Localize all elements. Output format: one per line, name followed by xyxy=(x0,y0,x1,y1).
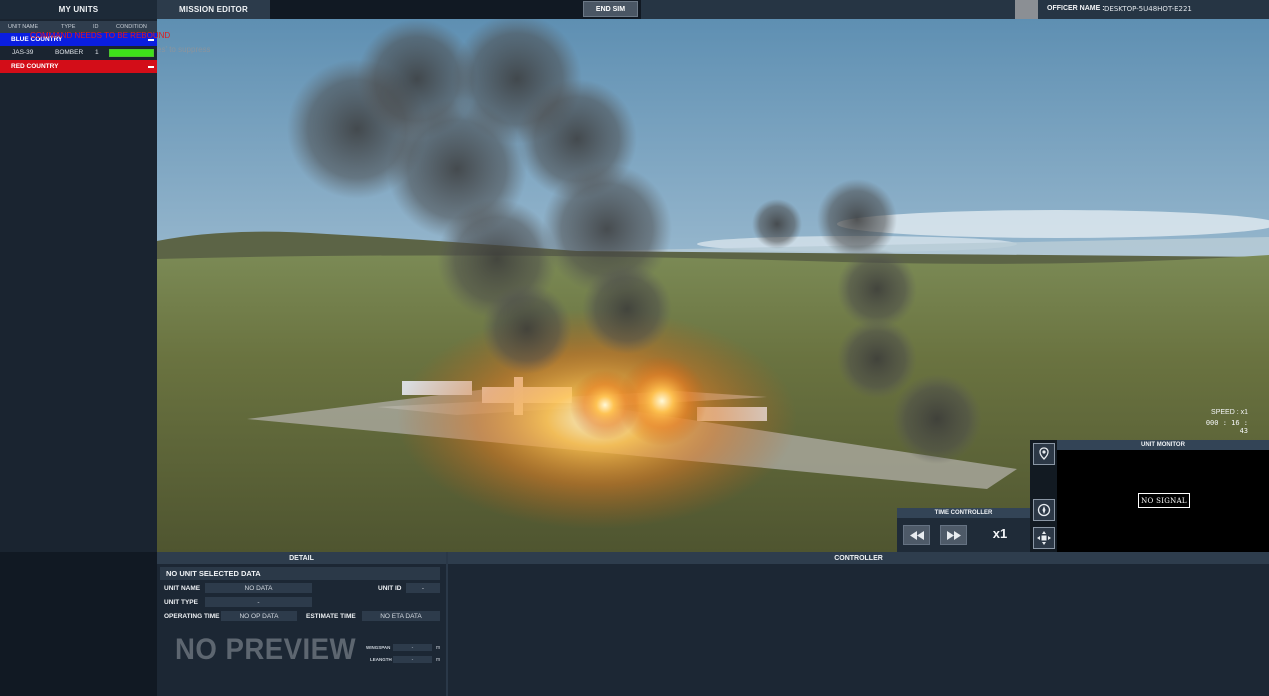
column-unit-name: UNIT NAME xyxy=(8,24,39,30)
length-label: LEANGTH xyxy=(370,657,392,662)
no-signal-badge: NO SIGNAL xyxy=(1138,493,1190,508)
unit-name-label: UNIT NAME xyxy=(164,585,201,592)
tab-mission-editor[interactable]: MISSION EDITOR xyxy=(157,0,270,20)
bottom-left-panel xyxy=(0,552,157,696)
column-id: ID xyxy=(93,24,99,30)
unit-id-field: - xyxy=(406,583,440,593)
avatar[interactable] xyxy=(1015,0,1038,19)
wingspan-label: WINGSPAN xyxy=(366,645,391,650)
compass-icon xyxy=(1037,503,1051,517)
end-sim-button[interactable]: END SIM xyxy=(583,1,638,17)
operating-time-label: OPERATING TIME xyxy=(164,613,220,620)
estimate-time-field: NO ETA DATA xyxy=(362,611,440,621)
map-pin-button[interactable] xyxy=(1033,443,1055,465)
rebind-warning: COMMAND NEEDS TO BE REBOUND xyxy=(30,31,171,40)
speed-readout: SPEED : x1 xyxy=(1211,409,1248,416)
detail-title: DETAIL xyxy=(157,552,446,564)
length-unit: m xyxy=(436,657,441,663)
compass-button[interactable] xyxy=(1033,499,1055,521)
fast-forward-icon xyxy=(946,530,961,540)
controller-title: CONTROLLER xyxy=(448,552,1269,564)
panel-divider xyxy=(446,552,448,696)
estimate-time-label: ESTIMATE TIME xyxy=(306,613,356,620)
no-unit-selected-label: NO UNIT SELECTED DATA xyxy=(166,569,261,578)
unit-id-label: UNIT ID xyxy=(378,585,402,592)
operating-time-field: NO OP DATA xyxy=(221,611,297,621)
unit-monitor-title: UNIT MONITOR xyxy=(1057,440,1269,450)
collapse-icon[interactable] xyxy=(148,66,154,68)
suppress-hint: es' to suppress xyxy=(157,45,211,54)
red-country-label: RED COUNTRY xyxy=(11,63,59,70)
condition-bar xyxy=(109,49,154,57)
unit-name-field: NO DATA xyxy=(205,583,312,593)
map-pin-icon xyxy=(1039,447,1049,460)
fullscreen-icon xyxy=(1037,531,1051,545)
rewind-icon xyxy=(909,530,924,540)
unit-name: JAS-39 xyxy=(12,49,34,56)
time-multiplier: x1 xyxy=(992,526,1008,541)
wingspan-unit: m xyxy=(436,645,441,651)
fast-forward-button[interactable] xyxy=(940,525,967,545)
length-field: - xyxy=(393,656,432,663)
condition-fill xyxy=(110,50,153,56)
column-condition: CONDITION xyxy=(116,24,147,30)
rewind-button[interactable] xyxy=(903,525,930,545)
column-type: TYPE xyxy=(61,24,76,30)
officer-name-label: OFFICER NAME : xyxy=(1047,5,1105,12)
unit-type-label: UNIT TYPE xyxy=(164,599,198,606)
unit-id: 1 xyxy=(95,49,99,56)
fullscreen-button[interactable] xyxy=(1033,527,1055,549)
unit-list-panel xyxy=(0,19,157,552)
unit-preview-placeholder: NO PREVIEW xyxy=(175,633,356,666)
time-controller-title: TIME CONTROLLER xyxy=(897,508,1030,518)
officer-name-value: DESKTOP-5U48HOT-E221 xyxy=(1104,5,1192,13)
unit-type: BOMBER xyxy=(55,49,84,56)
wingspan-field: - xyxy=(393,644,432,651)
red-country-row[interactable]: RED COUNTRY xyxy=(0,60,157,73)
no-unit-selected-bar: NO UNIT SELECTED DATA xyxy=(160,567,440,580)
controller-panel xyxy=(446,552,1269,696)
unit-type-field: - xyxy=(205,597,312,607)
tab-my-units[interactable]: MY UNITS xyxy=(0,0,157,19)
sim-clock: 000 : 16 : 43 xyxy=(1205,419,1248,435)
